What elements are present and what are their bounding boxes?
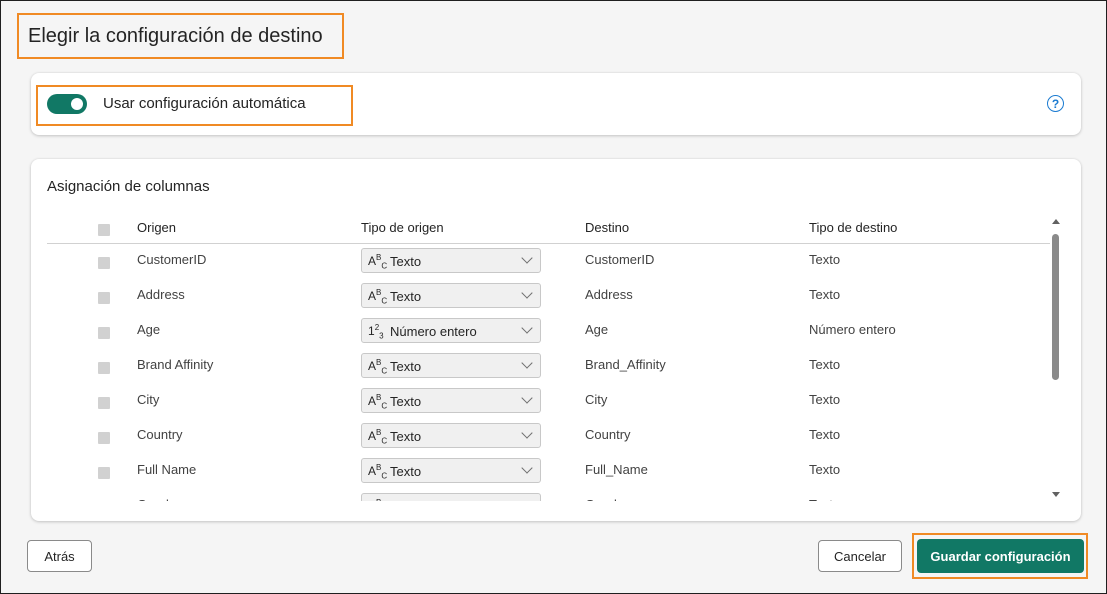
cell-destination: Gender (585, 497, 628, 501)
source-type-dropdown[interactable]: ABCTexto (361, 283, 541, 308)
source-type-dropdown[interactable]: ABCTexto (361, 353, 541, 378)
header-destination-type: Tipo de destino (809, 220, 898, 235)
row-checkbox[interactable] (98, 432, 110, 444)
row-checkbox[interactable] (98, 257, 110, 269)
number-type-icon: 123 (368, 323, 384, 341)
cell-destination: Age (585, 322, 609, 337)
cell-source: Full Name (137, 462, 197, 477)
table-row: Full Name ABC Texto Full_Name Texto (47, 454, 1050, 489)
text-type-icon: ABC (368, 288, 388, 306)
toggle-knob (71, 98, 83, 110)
cell-source: City (137, 392, 160, 407)
source-type-label: Texto (390, 289, 422, 304)
header-destination: Destino (585, 220, 630, 235)
row-checkbox[interactable] (98, 327, 110, 339)
cancel-button[interactable]: Cancelar (818, 540, 902, 572)
chevron-down-icon (521, 497, 533, 501)
source-type-dropdown[interactable]: ABCTexto (361, 423, 541, 448)
source-type-dropdown[interactable]: ABCTexto (361, 458, 541, 483)
cell-destination-type: Texto (809, 462, 841, 477)
chevron-down-icon (521, 427, 533, 439)
back-button[interactable]: Atrás (27, 540, 92, 572)
table-row: Country ABC Texto Country Texto (47, 419, 1050, 454)
cell-source: Age (137, 322, 161, 337)
scroll-down-icon[interactable] (1052, 492, 1060, 497)
cell-source: CustomerID (137, 252, 207, 267)
row-checkbox[interactable] (98, 292, 110, 304)
page-title-box: Elegir la configuración de destino (17, 13, 344, 59)
row-checkbox[interactable] (98, 397, 110, 409)
select-all-checkbox[interactable] (98, 224, 110, 236)
scroll-thumb[interactable] (1052, 234, 1059, 380)
chevron-down-icon (521, 252, 533, 264)
cell-destination-type: Texto (809, 287, 841, 302)
cell-destination-type: Texto (809, 497, 840, 501)
table-row: Age 123 Número entero Age Número entero (47, 314, 1050, 349)
table-row: Brand Affinity ABC Texto Brand_Affinity Text… (47, 349, 1050, 384)
cell-destination-type: Texto (809, 252, 841, 267)
source-type-dropdown[interactable]: ABCTexto (361, 248, 541, 273)
row-checkbox[interactable] (98, 362, 110, 374)
text-type-icon: ABC (368, 428, 388, 446)
cell-destination: Country (585, 427, 631, 442)
scroll-up-icon[interactable] (1052, 219, 1060, 224)
page-title: Elegir la configuración de destino (28, 24, 323, 47)
cell-destination: CustomerID (585, 252, 655, 267)
source-type-label: Texto (390, 499, 421, 501)
cell-destination-type: Texto (809, 392, 841, 407)
chevron-down-icon (521, 322, 533, 334)
cell-destination: Address (585, 287, 633, 302)
header-source: Origen (137, 220, 177, 235)
dialog-frame: Elegir la configuración de destino Usar … (0, 0, 1107, 594)
text-type-icon: ABC (368, 253, 388, 271)
source-type-dropdown[interactable]: 123 Número entero (361, 318, 541, 343)
table-row: CustomerID ABC Texto CustomerID Texto (47, 244, 1050, 279)
text-type-icon: ABC (368, 358, 388, 376)
cell-destination-type: Texto (809, 357, 841, 372)
source-type-label: Número entero (390, 324, 477, 339)
table-header: Origen Tipo de origen Destino Tipo de de… (47, 211, 1050, 244)
text-type-icon: ABC (368, 393, 388, 411)
column-mapping-table: Origen Tipo de origen Destino Tipo de de… (47, 211, 1050, 501)
column-mapping-title: Asignación de columnas (47, 178, 210, 195)
source-type-label: Texto (390, 429, 422, 444)
chevron-down-icon (521, 357, 533, 369)
source-type-label: Texto (390, 359, 422, 374)
source-type-label: Texto (390, 254, 422, 269)
chevron-down-icon (521, 287, 533, 299)
cell-source: Address (137, 287, 185, 302)
help-icon[interactable]: ? (1047, 95, 1064, 112)
header-source-type: Tipo de origen (361, 220, 444, 235)
auto-settings-toggle[interactable] (47, 94, 87, 114)
chevron-down-icon (521, 462, 533, 474)
source-type-label: Texto (390, 464, 422, 479)
cell-destination: City (585, 392, 608, 407)
source-type-dropdown[interactable]: ABCTexto (361, 493, 541, 501)
cell-destination: Full_Name (585, 462, 648, 477)
table-row: GenderABCTextoGenderTexto (47, 489, 1050, 501)
table-row: City ABC Texto City Texto (47, 384, 1050, 419)
column-mapping-card: Asignación de columnas Origen Tipo de or… (31, 159, 1081, 521)
cell-source: Country (137, 427, 183, 442)
auto-settings-label: Usar configuración automática (103, 95, 306, 112)
cell-destination-type: Texto (809, 427, 841, 442)
text-type-icon: ABC (368, 463, 388, 481)
cell-destination-type: Número entero (809, 322, 896, 337)
table-scrollbar[interactable] (1050, 217, 1062, 499)
save-settings-button[interactable]: Guardar configuración (917, 539, 1084, 573)
cell-destination: Brand_Affinity (585, 357, 666, 372)
source-type-dropdown[interactable]: ABCTexto (361, 388, 541, 413)
cell-source: Gender (137, 497, 180, 501)
row-checkbox[interactable] (98, 467, 110, 479)
cell-source: Brand Affinity (137, 357, 214, 372)
text-type-icon: ABC (368, 498, 387, 501)
table-row: Address ABC Texto Address Texto (47, 279, 1050, 314)
chevron-down-icon (521, 392, 533, 404)
source-type-label: Texto (390, 394, 422, 409)
